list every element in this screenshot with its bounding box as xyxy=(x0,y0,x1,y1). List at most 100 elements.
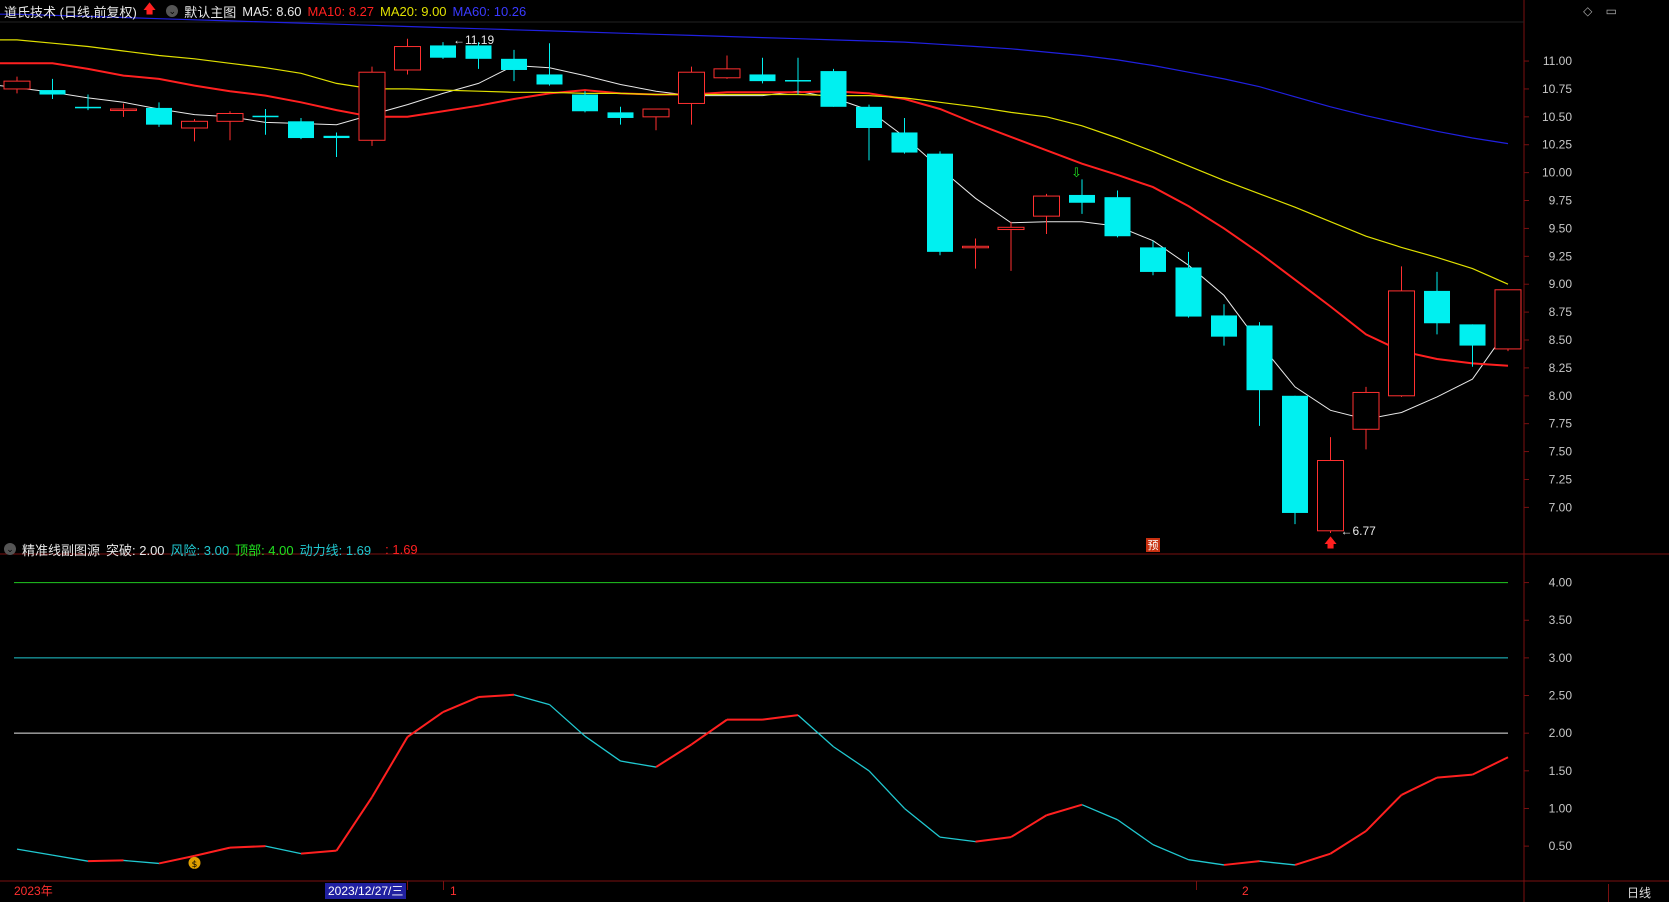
candle-body xyxy=(927,153,953,252)
momentum-line-segment xyxy=(1046,803,1083,817)
momentum-line-segment xyxy=(371,736,409,798)
y-tick-label: 7.75 xyxy=(1549,417,1573,431)
chart-canvas[interactable]: 7.00 7.25 7.50 7.75 8.00 8.25 8.50 8.75 9.00 9.25… xyxy=(0,0,1669,902)
sub-y-tick-label: 1.00 xyxy=(1549,801,1573,815)
candle-body xyxy=(1104,197,1131,237)
collapse-icon[interactable]: ⌄ xyxy=(166,5,179,17)
candle-body xyxy=(430,45,456,58)
buy-arrow-icon: 🡅 xyxy=(1324,536,1337,551)
forecast-label: 预 xyxy=(1148,539,1159,552)
momentum-line-segment xyxy=(868,770,905,809)
candle xyxy=(358,66,386,146)
candle xyxy=(146,102,172,127)
y-tick-label: 9.75 xyxy=(1549,194,1573,208)
diamond-icon[interactable]: ◇ xyxy=(1583,4,1592,18)
month-1-label: 1 xyxy=(450,884,457,898)
sub-y-tick-label: 1.50 xyxy=(1549,764,1573,778)
momentum-line-segment xyxy=(335,796,373,852)
candle xyxy=(501,49,527,82)
momentum-line-segment xyxy=(1365,794,1403,832)
momentum-line-segment xyxy=(1188,859,1225,866)
candle xyxy=(1388,266,1415,397)
candle-body xyxy=(1282,395,1308,513)
momentum-line-segment xyxy=(300,849,337,855)
candle-body xyxy=(1140,247,1166,272)
candle-body xyxy=(39,90,66,95)
candle-body xyxy=(997,226,1025,231)
main-chart-header: 道氏技术 (日线,前复权) 🡅 ⌄ 默认主图 MA5: 8.60 MA10: 8… xyxy=(4,0,532,22)
momentum-line-segment xyxy=(1223,860,1260,866)
momentum-line-segment xyxy=(620,760,657,768)
momentum-line-segment xyxy=(1294,852,1331,866)
candle-body xyxy=(1494,289,1522,350)
momentum-line-segment xyxy=(123,859,160,865)
price-annotation: ←6.77 xyxy=(1341,524,1377,538)
indicator-title[interactable]: 精准线副图源 xyxy=(22,540,100,559)
candle xyxy=(1352,386,1380,450)
candle xyxy=(856,104,882,161)
arrow-up-icon: 🡅 xyxy=(142,1,157,16)
candle-body xyxy=(1459,324,1486,346)
candle xyxy=(785,57,811,95)
ma20-label: MA20: 9.00 xyxy=(380,3,447,19)
momentum-line-segment xyxy=(16,848,53,856)
extra-label: : 1.69 xyxy=(385,541,418,557)
y-tick-label: 10.00 xyxy=(1542,166,1572,180)
candle xyxy=(3,76,31,94)
candle xyxy=(110,103,137,117)
candle xyxy=(1175,251,1202,318)
candle xyxy=(1033,193,1060,234)
template-name[interactable]: 默认主图 xyxy=(184,2,236,21)
candle-body xyxy=(749,74,776,82)
money-bag-icon: $ xyxy=(188,856,201,870)
candle xyxy=(749,57,776,84)
candle xyxy=(1459,324,1486,367)
candle-body xyxy=(1388,290,1415,397)
candle xyxy=(962,238,989,269)
money-bag-symbol: $ xyxy=(192,860,198,870)
sub-y-tick-label: 2.50 xyxy=(1549,689,1573,703)
candle xyxy=(1211,304,1237,346)
candle-body xyxy=(288,121,314,139)
momentum-line-segment xyxy=(229,845,266,849)
minimize-icon[interactable]: ▭ xyxy=(1606,4,1617,18)
candle-body xyxy=(1246,325,1273,391)
candle xyxy=(1104,190,1131,238)
candle xyxy=(1140,240,1166,276)
candle xyxy=(678,66,705,125)
candle xyxy=(252,109,279,135)
candle-body xyxy=(3,80,31,90)
candle-body xyxy=(1424,290,1450,324)
candle xyxy=(1317,437,1344,534)
stock-title[interactable]: 道氏技术 (日线,前复权) xyxy=(4,2,137,21)
candle xyxy=(997,221,1025,271)
dingbu-label: 顶部: 4.00 xyxy=(235,542,294,558)
ma10-line xyxy=(0,62,1509,367)
momentum-line-segment xyxy=(549,704,586,737)
momentum-line-segment xyxy=(975,836,1012,843)
momentum-line-segment xyxy=(1081,804,1118,821)
candle xyxy=(1246,322,1273,426)
y-tick-label: 7.00 xyxy=(1549,500,1573,514)
candle xyxy=(713,55,741,79)
collapse-icon[interactable]: ⌄ xyxy=(4,543,16,555)
momentum-line-segment xyxy=(797,714,834,748)
candle-body xyxy=(536,74,563,85)
momentum-line-segment xyxy=(478,693,515,699)
y-tick-label: 11.00 xyxy=(1543,54,1572,68)
candle xyxy=(1282,395,1308,525)
candle-body xyxy=(358,71,386,141)
momentum-line-segment xyxy=(1152,844,1189,861)
momentum-line-segment xyxy=(1117,819,1154,846)
candle xyxy=(1424,271,1450,335)
candle xyxy=(288,117,314,140)
momentum-line-segment xyxy=(655,743,693,768)
y-tick-label: 9.00 xyxy=(1549,277,1573,291)
candle-body xyxy=(1317,460,1344,532)
month-2-label: 2 xyxy=(1242,884,1249,898)
momentum-line-segment xyxy=(265,845,302,855)
candle-body xyxy=(572,94,598,112)
candle-body xyxy=(146,107,172,125)
candle xyxy=(216,111,244,141)
period-tab-daily[interactable]: 日线 xyxy=(1608,884,1669,902)
